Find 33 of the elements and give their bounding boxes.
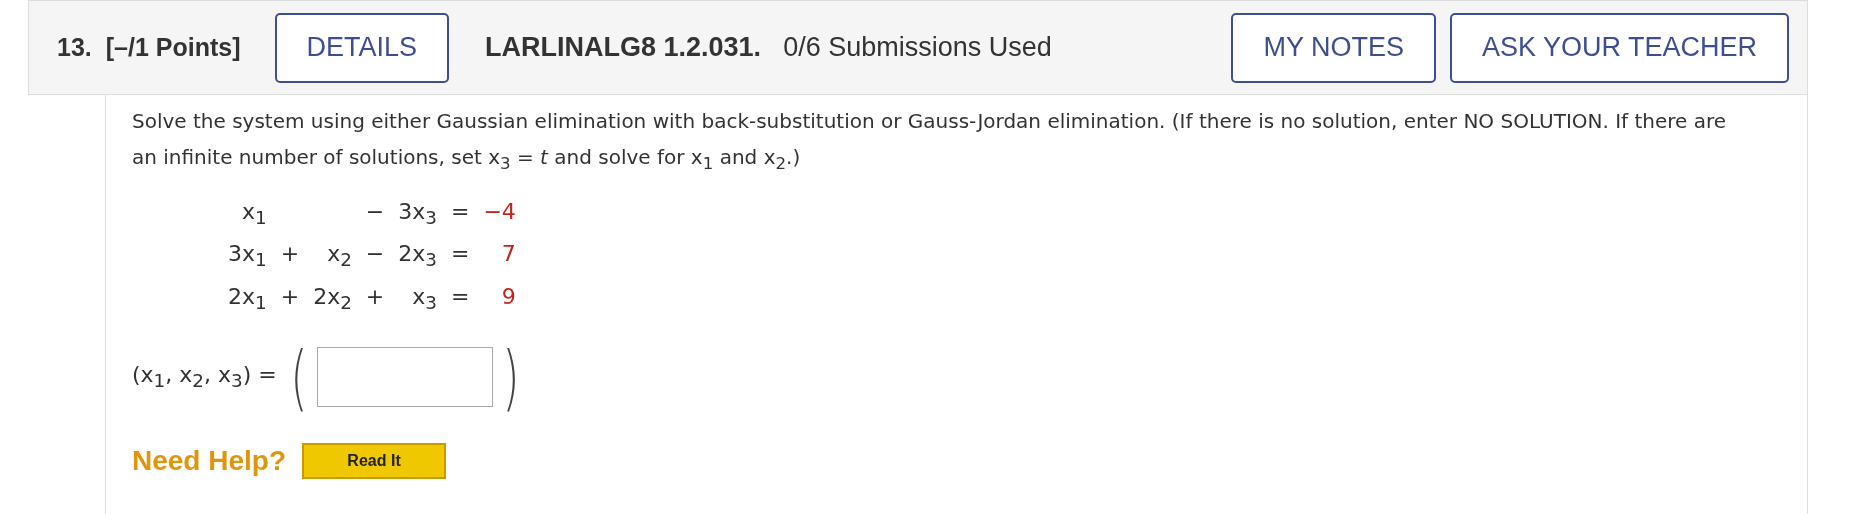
equals-sign: = xyxy=(451,198,470,226)
close-parenthesis: ) xyxy=(502,339,520,416)
operator-sign: + xyxy=(280,282,300,311)
open-parenthesis: ( xyxy=(290,339,308,416)
instructions-text: Solve the system using either Gaussian elimination with back-substitution or Gauss-Jordan elimination. (If there is no solution, enter NO SOLUTION. If there are an infinite number of solutions, set x$_{3}$ = t and solve for x$_{1}$ and x$_{2}$.) xyxy=(132,108,1728,175)
answer-label: (x$_{1}$, x$_{2}$, x$_{3}$) = xyxy=(132,362,277,392)
operator-sign: − xyxy=(365,240,385,269)
operator-sign: − xyxy=(365,198,385,226)
equation-term: 3x$_{3}$ xyxy=(398,198,437,231)
equation-term: x$_{2}$ xyxy=(326,240,352,273)
equals-sign: = xyxy=(451,240,470,269)
problem-id: LARLINALG8 1.2.031. xyxy=(485,32,762,63)
equation-term: 2x$_{3}$ xyxy=(398,240,437,273)
details-button[interactable]: DETAILS xyxy=(274,12,450,83)
read-it-button[interactable]: Read It xyxy=(302,443,447,480)
equation-constant: 7 xyxy=(500,240,516,269)
equation-term: 3x$_{1}$ xyxy=(228,240,267,273)
equation-constant: 9 xyxy=(500,282,516,311)
points-label: [–/1 Points] xyxy=(105,33,241,62)
my-notes-button[interactable]: MY NOTES xyxy=(1231,12,1436,83)
ask-teacher-button[interactable]: ASK YOUR TEACHER xyxy=(1449,12,1789,83)
equation-constant: −4 xyxy=(483,198,516,226)
equation-term: x$_{3}$ xyxy=(411,282,437,316)
question-number: 13. xyxy=(57,33,92,62)
answer-field[interactable] xyxy=(316,347,493,408)
need-help-label: Need Help? xyxy=(132,445,287,478)
equation-term: 2x$_{2}$ xyxy=(313,282,352,316)
operator-sign: + xyxy=(365,282,385,311)
submissions-count: 0/6 Submissions Used xyxy=(783,32,1052,63)
equals-sign: = xyxy=(451,282,470,311)
operator-sign: + xyxy=(280,240,300,269)
equation-term: x$_{1}$ xyxy=(241,198,267,231)
equation-term: 2x$_{1}$ xyxy=(228,282,267,316)
